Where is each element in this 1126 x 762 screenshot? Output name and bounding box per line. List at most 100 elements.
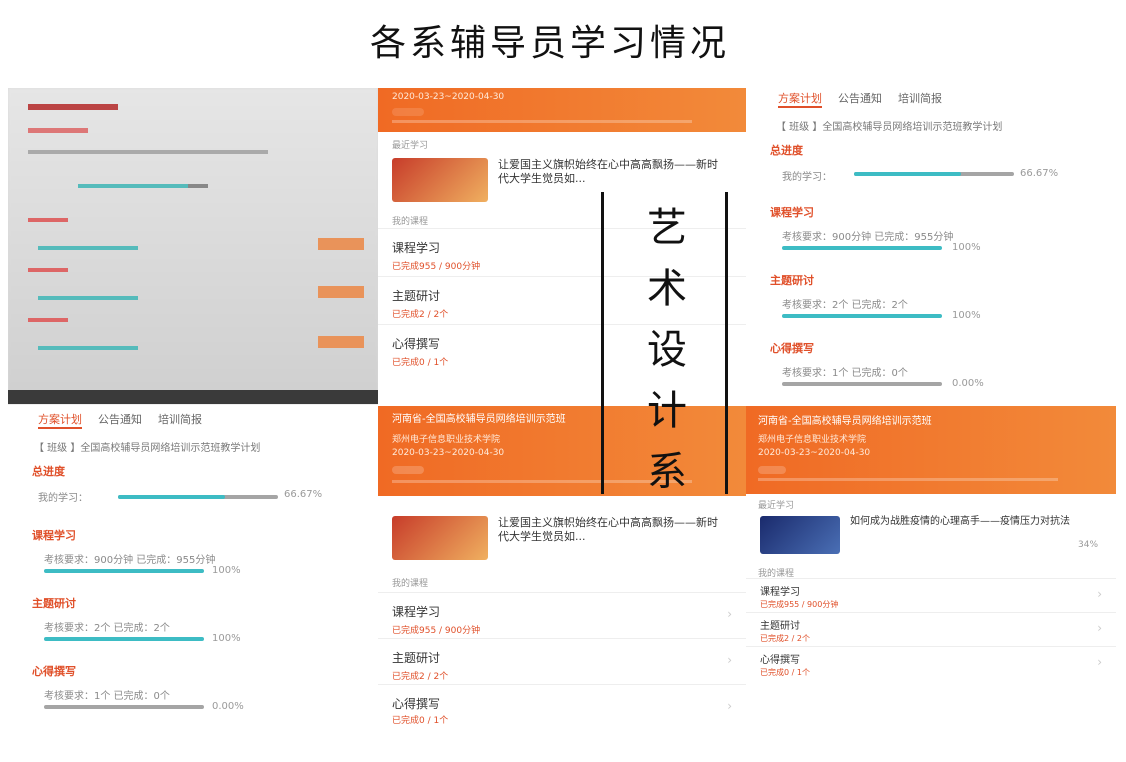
item-sub: 已完成2 / 2个 [760,634,810,643]
my-course-label: 我的课程 [392,217,429,227]
essay-label: 心得撰写 [32,665,76,678]
item-sub: 已完成0 / 1个 [392,358,449,368]
overall-label: 总进度 [32,465,65,478]
topic-label: 主题研讨 [32,597,76,610]
topic-bar [782,314,942,318]
course-study-bar [782,246,942,250]
chevron-right-icon: › [1097,621,1102,635]
topic-percent: 100% [212,633,241,644]
topic-label: 主题研讨 [770,274,814,287]
list-item[interactable]: 主题研讨 已完成2 / 2个 › [378,638,746,684]
banner-dates: 2020-03-23~2020-04-30 [392,92,505,102]
essay-text: 考核要求：1个 已完成：0个 [44,691,170,702]
essay-bar [44,705,204,709]
tab-brief[interactable]: 培训简报 [898,90,942,108]
course-thumbnail[interactable] [760,516,840,554]
item-title: 课程学习 [392,241,441,255]
mobile-screenshot-right-bottom: 河南省-全国高校辅导员网络培训示范班 郑州电子信息职业技术学院 2020-03-… [746,406,1116,686]
course-study-label: 课程学习 [770,206,814,219]
my-course-label: 我的课程 [392,579,429,589]
course-study-bar [44,569,204,573]
course-study-percent: 100% [952,242,981,253]
tab-bar: 方案计划 公告通知 培训简报 [38,411,202,429]
course-title[interactable]: 让爱国主义旗帜始终在心中高高飘扬——新时代大学生觉员如... [498,516,728,544]
item-title: 心得撰写 [760,655,800,666]
page-title: 各系辅导员学习情况 [369,23,730,64]
course-thumbnail[interactable] [392,158,488,202]
topic-text: 考核要求：2个 已完成：2个 [44,623,170,634]
list-item[interactable]: 心得撰写 已完成0 / 1个 › [378,684,746,728]
chevron-right-icon: › [727,607,732,621]
list-item[interactable]: 课程学习 已完成955 / 900分钟 › [746,578,1116,612]
course-title[interactable]: 让爱国主义旗帜始终在心中高高飘扬——新时代大学生觉员如... [498,158,728,186]
banner-org: 河南省-全国高校辅导员网络培训示范班 [758,416,932,427]
essay-label: 心得撰写 [770,342,814,355]
department-char: 计 [647,388,687,434]
chevron-right-icon: › [727,653,732,667]
item-title: 心得撰写 [392,697,441,711]
progress-screenshot-left: 方案计划 公告通知 培训简报 【 班级 】全国高校辅导员网络培训示范班教学计划 … [8,404,378,726]
topic-bar [44,637,204,641]
tab-notice[interactable]: 公告通知 [838,90,882,108]
banner: 河南省-全国高校辅导员网络培训示范班 郑州电子信息职业技术学院 2020-03-… [746,406,1116,494]
essay-bar [782,382,942,386]
banner-org: 河南省-全国高校辅导员网络培训示范班 [392,414,566,425]
list-item[interactable]: 心得撰写 已完成0 / 1个 › [746,646,1116,680]
department-char: 系 [647,449,687,495]
course-thumbnail[interactable] [392,516,488,560]
item-title: 心得撰写 [392,337,441,351]
course-study-percent: 100% [212,565,241,576]
banner-school: 郑州电子信息职业技术学院 [392,435,501,445]
essay-text: 考核要求：1个 已完成：0个 [782,368,908,379]
course-study-text: 考核要求：900分钟 已完成：955分钟 [782,232,954,243]
program-name: 【 班级 】全国高校辅导员网络培训示范班教学计划 [776,122,1003,133]
overall-text: 我的学习： [38,493,88,504]
course-study-text: 考核要求：900分钟 已完成：955分钟 [44,555,216,566]
banner-dates: 2020-03-23~2020-04-30 [392,448,505,458]
item-title: 主题研讨 [392,289,441,303]
recent-label: 最近学习 [392,141,429,151]
essay-percent: 0.00% [952,378,984,389]
chevron-right-icon: › [1097,655,1102,669]
item-title: 课程学习 [392,605,441,619]
overall-fill [118,495,225,499]
item-title: 主题研讨 [760,621,800,632]
divider-right [725,192,728,494]
program-name: 【 班级 】全国高校辅导员网络培训示范班教学计划 [34,443,261,454]
item-sub: 已完成2 / 2个 [392,672,449,682]
divider-left [601,192,604,494]
department-char: 术 [647,266,687,312]
recent-label: 最近学习 [758,501,795,511]
item-sub: 已完成955 / 900分钟 [760,600,839,609]
banner-school: 郑州电子信息职业技术学院 [758,435,867,445]
topic-percent: 100% [952,310,981,321]
topic-text: 考核要求：2个 已完成：2个 [782,300,908,311]
tab-bar: 方案计划 公告通知 培训简报 [778,90,942,108]
banner-dates: 2020-03-23~2020-04-30 [758,448,871,458]
item-sub: 已完成955 / 900分钟 [392,262,481,272]
tab-notice[interactable]: 公告通知 [98,411,142,429]
tab-brief[interactable]: 培训简报 [158,411,202,429]
course-percent: 34% [1078,540,1099,550]
item-sub: 已完成0 / 1个 [392,716,449,726]
banner: 2020-03-23~2020-04-30 [378,88,746,132]
department-char: 设 [647,327,687,373]
item-title: 课程学习 [760,587,800,598]
tab-plan[interactable]: 方案计划 [38,411,82,429]
overall-percent: 66.67% [1020,168,1059,179]
list-item[interactable]: 主题研讨 已完成2 / 2个 › [746,612,1116,646]
list-item[interactable]: 课程学习 已完成955 / 900分钟 › [378,592,746,638]
department-char: 艺 [647,205,687,251]
item-sub: 已完成2 / 2个 [392,310,449,320]
tab-plan[interactable]: 方案计划 [778,90,822,108]
item-sub: 已完成0 / 1个 [760,668,810,677]
overall-label: 总进度 [770,144,803,157]
photo-screenshot [8,88,378,406]
item-sub: 已完成955 / 900分钟 [392,626,481,636]
course-title[interactable]: 如何成为战胜疫情的心理高手——疫情压力对抗法 [850,516,1080,528]
department-label: 艺 术 设 计 系 [612,198,722,503]
chevron-right-icon: › [1097,587,1102,601]
item-title: 主题研讨 [392,651,441,665]
overall-percent: 66.67% [284,489,323,500]
course-study-label: 课程学习 [32,529,76,542]
